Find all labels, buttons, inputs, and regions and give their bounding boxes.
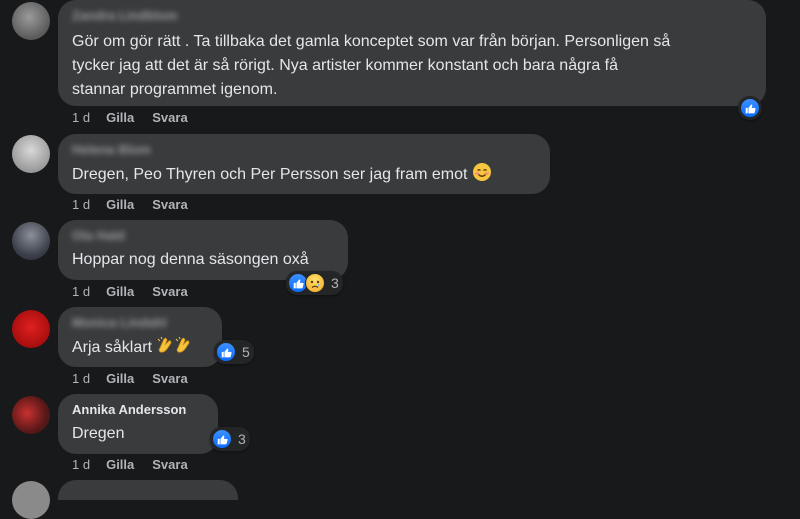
like-link[interactable]: Gilla: [106, 110, 134, 126]
comment-timestamp[interactable]: 1 d: [72, 110, 90, 126]
sad-icon: [305, 273, 325, 293]
comment-timestamp[interactable]: 1 d: [72, 371, 90, 387]
comment-author[interactable]: Monica Lindahl: [72, 315, 208, 331]
reactions-summary[interactable]: 3: [210, 427, 250, 451]
reaction-count: 3: [331, 275, 339, 291]
like-link[interactable]: Gilla: [106, 371, 134, 387]
avatar[interactable]: [12, 222, 50, 260]
comment-bubble: Zandra Lindblom Gör om gör rätt . Ta til…: [58, 0, 766, 106]
like-icon: [212, 429, 232, 449]
comment-text: Hoppar nog denna säsongen oxå: [72, 251, 309, 268]
reactions-summary[interactable]: [738, 96, 762, 120]
comment-actions: 1 d Gilla Svara: [72, 457, 188, 473]
comment-timestamp[interactable]: 1 d: [72, 457, 90, 473]
comment-author[interactable]: Helena Blom: [72, 142, 536, 158]
comment-text-line: tycker jag att det är så rörigt. Nya art…: [72, 57, 619, 74]
comment-actions: 1 d Gilla Svara: [72, 371, 188, 387]
comment-author[interactable]: Zandra Lindblom: [72, 8, 752, 24]
comment-bubble: Helena Blom Dregen, Peo Thyren och Per P…: [58, 134, 550, 194]
comment-bubble-partial: [58, 480, 238, 500]
avatar[interactable]: [12, 2, 50, 40]
comment-timestamp[interactable]: 1 d: [72, 197, 90, 213]
comment-timestamp[interactable]: 1 d: [72, 284, 90, 300]
reply-link[interactable]: Svara: [152, 197, 187, 213]
comment-text: Arja såklart: [72, 335, 208, 363]
reply-link[interactable]: Svara: [152, 284, 187, 300]
like-link[interactable]: Gilla: [106, 457, 134, 473]
comment-author[interactable]: Ola Hald: [72, 228, 334, 244]
comment-actions: 1 d Gilla Svara: [72, 284, 188, 300]
reply-link[interactable]: Svara: [152, 371, 187, 387]
avatar[interactable]: [12, 310, 50, 348]
comment-actions: 1 d Gilla Svara: [72, 110, 188, 126]
like-icon: [740, 98, 760, 118]
comment-text: Dregen, Peo Thyren och Per Persson ser j…: [72, 162, 536, 190]
clapping-hands-icon: [156, 335, 196, 363]
comment-bubble: Monica Lindahl Arja såklart: [58, 307, 222, 367]
reaction-count: 3: [238, 431, 246, 447]
smiling-face-icon: [472, 162, 492, 190]
comment-actions: 1 d Gilla Svara: [72, 197, 188, 213]
reactions-summary[interactable]: 5: [214, 340, 254, 364]
comment-text-content: Dregen, Peo Thyren och Per Persson ser j…: [72, 166, 468, 183]
comment-bubble: Annika Andersson Dregen: [58, 394, 218, 454]
reaction-count: 5: [242, 344, 250, 360]
like-link[interactable]: Gilla: [106, 197, 134, 213]
like-link[interactable]: Gilla: [106, 284, 134, 300]
comment-text: Dregen: [72, 425, 125, 442]
comment-text-content: Arja såklart: [72, 339, 153, 356]
comment-text-line: Gör om gör rätt . Ta tillbaka det gamla …: [72, 33, 671, 50]
comment-author[interactable]: Annika Andersson: [72, 402, 204, 418]
reactions-summary[interactable]: 3: [286, 271, 343, 295]
avatar[interactable]: [12, 396, 50, 434]
comment-text: Gör om gör rätt . Ta tillbaka det gamla …: [72, 30, 752, 102]
reply-link[interactable]: Svara: [152, 457, 187, 473]
like-icon: [216, 342, 236, 362]
comment-text-line: stannar programmet igenom.: [72, 81, 278, 98]
avatar[interactable]: [12, 135, 50, 173]
reply-link[interactable]: Svara: [152, 110, 187, 126]
